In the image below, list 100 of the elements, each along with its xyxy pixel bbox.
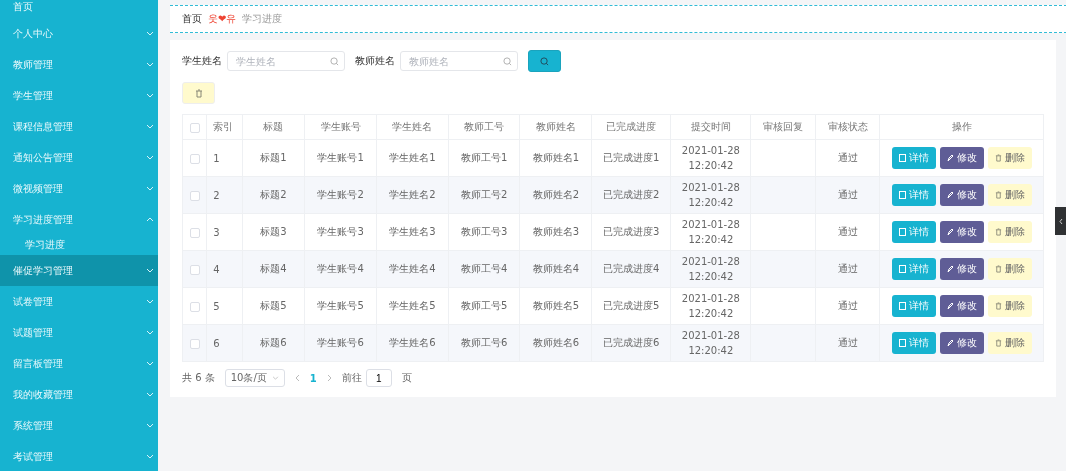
edit-button[interactable]: 修改 xyxy=(939,147,984,169)
chevron-icon xyxy=(146,155,154,160)
sidebar-item[interactable]: 系统管理 xyxy=(0,410,158,441)
chevron-icon xyxy=(146,268,154,273)
sidebar-item[interactable]: 学生管理 xyxy=(0,80,158,111)
table-cell: 标题2 xyxy=(260,189,287,200)
delete-button[interactable] xyxy=(182,82,215,104)
column-header: 索引 xyxy=(213,121,234,132)
sidebar-item[interactable]: 试卷管理 xyxy=(0,286,158,317)
column-header: 已完成进度 xyxy=(606,121,657,132)
delete-button[interactable]: 删除 xyxy=(987,147,1032,169)
column-header: 审核回复 xyxy=(763,121,804,132)
edit-button[interactable]: 修改 xyxy=(939,332,984,354)
search-icon xyxy=(330,57,339,66)
sidebar-item[interactable]: 催促学习管理 xyxy=(0,255,158,286)
edit-button[interactable]: 修改 xyxy=(939,258,984,280)
sidebar-item[interactable]: 试题管理 xyxy=(0,317,158,348)
table-cell: 学生账号3 xyxy=(317,226,364,237)
table-cell: 标题5 xyxy=(260,300,287,311)
edit-button[interactable]: 修改 xyxy=(939,184,984,206)
document-icon xyxy=(898,228,906,236)
table-cell: 学生账号6 xyxy=(317,337,364,348)
table-cell: 学生姓名2 xyxy=(389,189,436,200)
sidebar-item[interactable]: 留言板管理 xyxy=(0,348,158,379)
trash-icon xyxy=(194,88,203,98)
previous-page-icon[interactable] xyxy=(294,374,300,382)
chevron-icon xyxy=(146,31,154,36)
total-count: 共 6 条 xyxy=(182,371,215,385)
sidebar-item[interactable]: 个人中心 xyxy=(0,18,158,49)
table-cell: 标题6 xyxy=(260,337,287,348)
detail-button[interactable]: 详情 xyxy=(891,147,936,169)
sidebar-item[interactable]: 我的收藏管理 xyxy=(0,379,158,410)
table-cell: 通过 xyxy=(837,300,858,311)
delete-button[interactable]: 删除 xyxy=(987,221,1032,243)
trash-icon xyxy=(994,228,1002,236)
sidebar-item[interactable]: 学习进度管理 xyxy=(0,204,158,235)
sidebar-subitem[interactable]: 学习进度 xyxy=(0,235,158,255)
table-cell: 2021-01-28 12:20:42 xyxy=(681,293,740,319)
column-header: 提交时间 xyxy=(690,121,731,132)
page-number[interactable]: 1 xyxy=(309,372,317,384)
chevron-icon xyxy=(146,186,154,191)
table-cell: 教师工号5 xyxy=(460,300,508,311)
breadcrumb-separator: 웃❤유 xyxy=(208,12,237,26)
page-size-select[interactable]: 10条/页 xyxy=(224,369,285,387)
chevron-icon xyxy=(146,330,154,335)
table-cell: 学生账号5 xyxy=(317,300,364,311)
detail-button[interactable]: 详情 xyxy=(891,184,936,206)
delete-button[interactable]: 删除 xyxy=(987,295,1032,317)
table-cell: 教师姓名4 xyxy=(532,263,579,274)
trash-icon xyxy=(994,191,1002,199)
sidebar-item[interactable]: 课程信息管理 xyxy=(0,111,158,142)
document-icon xyxy=(898,339,906,347)
pencil-icon xyxy=(946,154,954,162)
search-field[interactable]: 教师姓名 xyxy=(400,51,518,71)
row-checkbox[interactable] xyxy=(189,338,200,349)
row-checkbox[interactable] xyxy=(189,153,200,164)
sidebar-item[interactable]: 首页 xyxy=(0,0,158,18)
page-input[interactable]: 1 xyxy=(365,369,392,387)
trash-icon xyxy=(994,154,1002,162)
detail-button[interactable]: 详情 xyxy=(891,295,936,317)
chevron-icon xyxy=(146,217,154,222)
table-cell: 已完成进度1 xyxy=(603,152,660,163)
document-icon xyxy=(898,265,906,273)
table-cell: 4 xyxy=(213,263,220,275)
search-button[interactable] xyxy=(528,50,561,72)
table-cell: 已完成进度2 xyxy=(603,189,660,200)
sidebar-item[interactable]: 考试管理 xyxy=(0,441,158,471)
delete-button[interactable]: 删除 xyxy=(987,184,1032,206)
breadcrumb-home[interactable]: 首页 xyxy=(182,12,202,26)
delete-button[interactable]: 删除 xyxy=(987,332,1032,354)
next-page-icon[interactable] xyxy=(326,374,332,382)
search-field[interactable]: 学生姓名 xyxy=(227,51,345,71)
pencil-icon xyxy=(946,191,954,199)
detail-button[interactable]: 详情 xyxy=(891,332,936,354)
row-checkbox[interactable] xyxy=(189,190,200,201)
row-checkbox[interactable] xyxy=(189,301,200,312)
delete-button[interactable]: 删除 xyxy=(987,258,1032,280)
select-all-checkbox[interactable] xyxy=(189,122,200,133)
row-checkbox[interactable] xyxy=(189,264,200,275)
sidebar-item[interactable]: 教师管理 xyxy=(0,49,158,80)
row-checkbox[interactable] xyxy=(189,227,200,238)
detail-button[interactable]: 详情 xyxy=(891,258,936,280)
detail-button[interactable]: 详情 xyxy=(891,221,936,243)
edit-button[interactable]: 修改 xyxy=(939,295,984,317)
table-cell: 教师姓名6 xyxy=(532,337,579,348)
sidebar-item[interactable]: 通知公告管理 xyxy=(0,142,158,173)
table-cell: 2 xyxy=(213,189,220,201)
edit-button[interactable]: 修改 xyxy=(939,221,984,243)
table-cell: 学生姓名1 xyxy=(389,152,436,163)
table-cell: 教师工号4 xyxy=(460,263,508,274)
collapse-handle[interactable] xyxy=(1055,207,1066,235)
sidebar-item[interactable]: 微视频管理 xyxy=(0,173,158,204)
breadcrumb-current: 学习进度 xyxy=(242,12,283,26)
column-header: 操作 xyxy=(951,121,972,132)
table-cell: 教师工号6 xyxy=(460,337,508,348)
table-cell: 通过 xyxy=(837,189,858,200)
table-cell: 2021-01-28 12:20:42 xyxy=(681,145,740,171)
document-icon xyxy=(898,302,906,310)
column-header: 标题 xyxy=(263,121,284,132)
table-cell: 教师工号2 xyxy=(460,189,508,200)
